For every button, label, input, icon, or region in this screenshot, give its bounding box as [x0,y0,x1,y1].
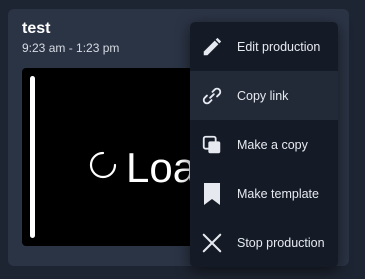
menu-item-label: Make a copy [237,137,308,152]
menu-item-label: Edit production [237,39,321,54]
loading-spinner-icon [89,151,117,179]
loading-text: Loa [126,144,197,191]
menu-item-make-a-copy[interactable]: Make a copy [190,120,338,169]
link-icon [200,84,224,108]
menu-item-make-template[interactable]: Make template [190,169,338,218]
preview-progress-bar [30,76,35,238]
bookmark-icon [200,182,224,206]
menu-item-label: Stop production [237,235,325,250]
close-icon [200,231,224,255]
menu-item-copy-link[interactable]: Copy link [190,71,338,120]
menu-item-edit-production[interactable]: Edit production [190,22,338,71]
menu-item-label: Make template [237,186,319,201]
production-context-menu: Edit production Copy link Make a copy Ma… [190,22,338,267]
production-title: test [22,20,51,37]
menu-item-stop-production[interactable]: Stop production [190,218,338,267]
menu-item-label: Copy link [237,88,289,103]
copy-icon [200,133,224,157]
pencil-icon [200,35,224,59]
production-time-range: 9:23 am - 1:23 pm [22,41,120,55]
